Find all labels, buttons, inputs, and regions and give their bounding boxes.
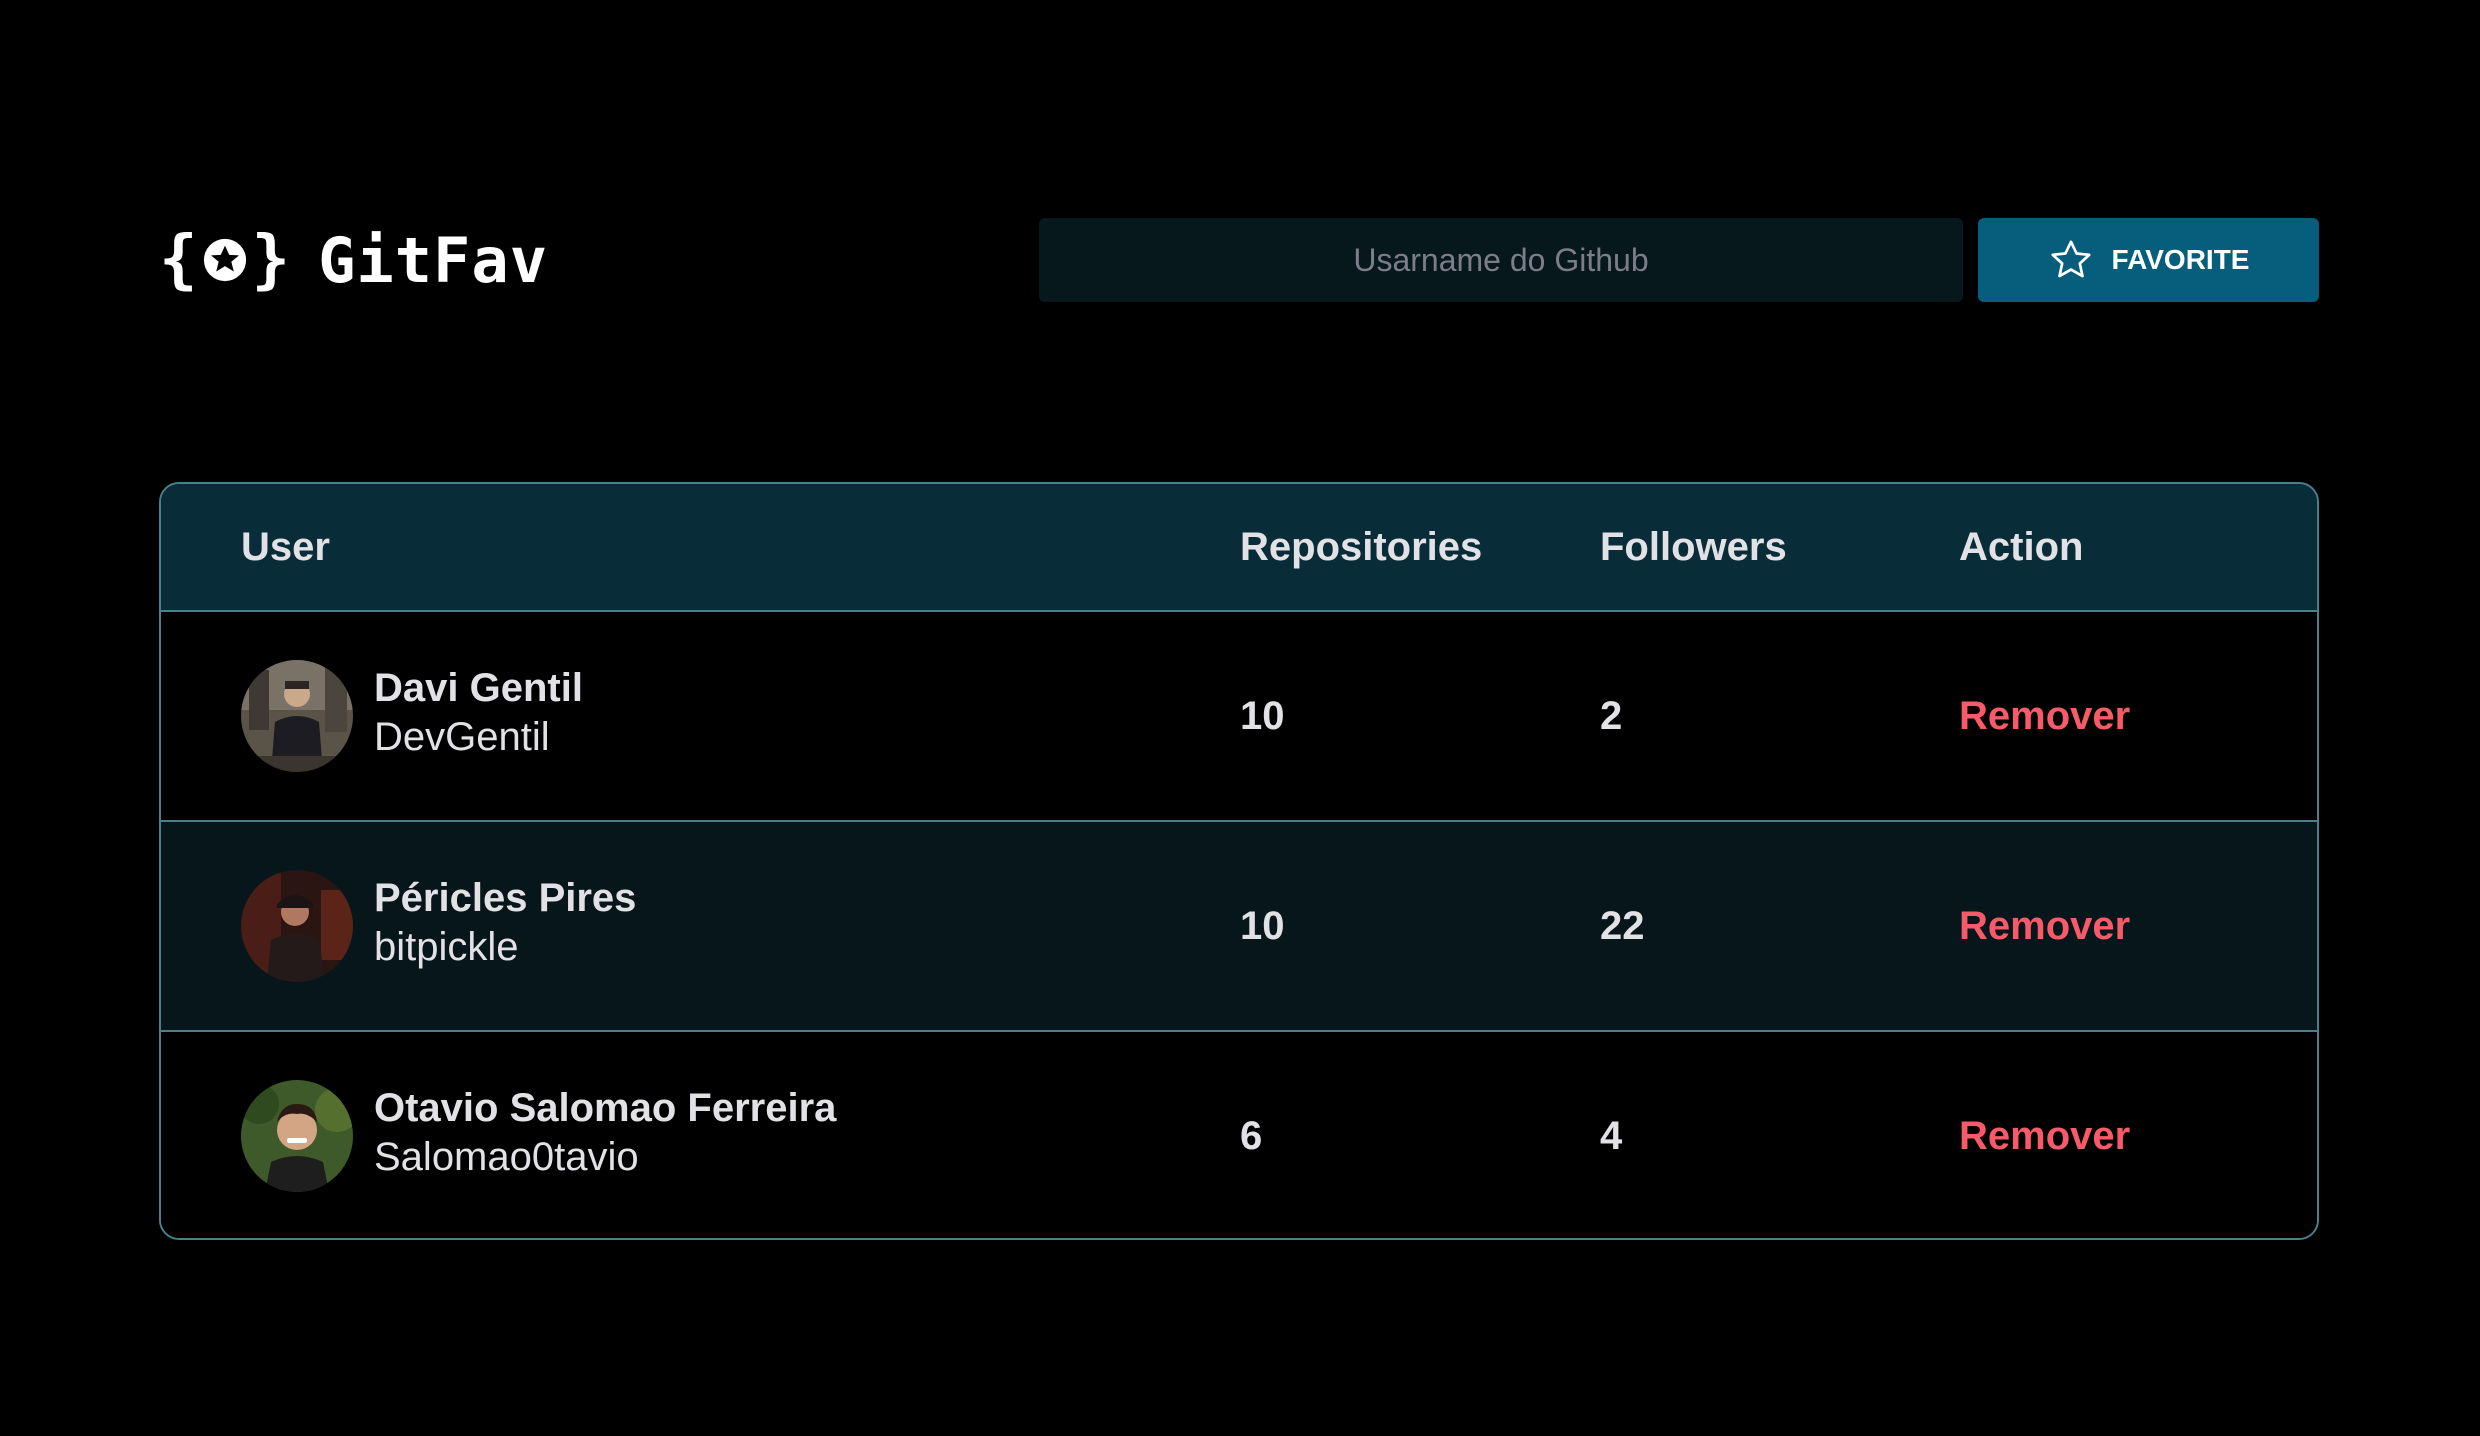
avatar[interactable] xyxy=(241,1080,353,1192)
followers-count: 4 xyxy=(1600,1114,1623,1158)
table-row: Davi Gentil DevGentil 10 2 Remover xyxy=(161,612,2317,822)
header: { } GitFav FAVORITE xyxy=(159,218,2319,302)
remove-button[interactable]: Remover xyxy=(1959,612,2130,820)
avatar[interactable] xyxy=(241,870,353,982)
remove-button[interactable]: Remover xyxy=(1959,1032,2130,1238)
user-name: Péricles Pires xyxy=(374,876,637,920)
user-login: bitpickle xyxy=(374,925,519,969)
followers-count: 2 xyxy=(1600,694,1623,738)
logo: { } GitFav xyxy=(159,218,548,302)
column-header-followers: Followers xyxy=(1600,525,1787,569)
repositories-count: 10 xyxy=(1240,694,1285,738)
column-header-repositories: Repositories xyxy=(1240,525,1483,569)
remove-button[interactable]: Remover xyxy=(1959,822,2130,1030)
braces-star-icon: { } xyxy=(159,223,291,297)
favorite-button-label: FAVORITE xyxy=(2111,244,2250,275)
table-row: Péricles Pires bitpickle 10 22 Remover xyxy=(161,822,2317,1032)
repositories-count: 10 xyxy=(1240,904,1285,948)
user-login: Salomao0tavio xyxy=(374,1135,639,1179)
avatar[interactable] xyxy=(241,660,353,772)
favorites-table: User Repositories Followers Action Davi … xyxy=(159,482,2319,1240)
followers-count: 22 xyxy=(1600,904,1645,948)
github-username-input[interactable] xyxy=(1039,218,1963,302)
column-header-action: Action xyxy=(1959,525,2084,569)
user-name: Otavio Salomao Ferreira xyxy=(374,1086,837,1130)
user-name: Davi Gentil xyxy=(374,666,583,710)
app-name: GitFav xyxy=(318,223,549,297)
favorite-button[interactable]: FAVORITE xyxy=(1978,218,2319,302)
user-login: DevGentil xyxy=(374,715,550,759)
repositories-count: 6 xyxy=(1240,1114,1263,1158)
column-header-user: User xyxy=(241,525,330,569)
table-row: Otavio Salomao Ferreira Salomao0tavio 6 … xyxy=(161,1032,2317,1238)
star-outline-icon xyxy=(2048,237,2094,283)
table-header: User Repositories Followers Action xyxy=(161,484,2317,612)
